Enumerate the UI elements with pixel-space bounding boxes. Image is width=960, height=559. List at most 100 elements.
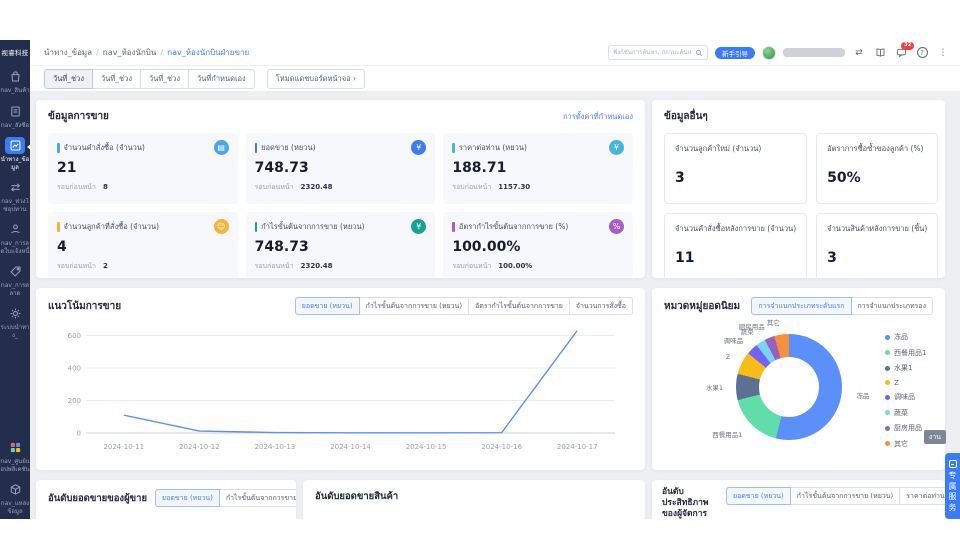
docs-icon[interactable] bbox=[873, 45, 887, 60]
stat-card-value: 188.71 bbox=[452, 160, 624, 176]
notification-badge: 32 bbox=[901, 42, 914, 50]
sidebar-item-label: nav_ศูนย์แอปพลิเคชัน bbox=[0, 458, 30, 473]
date-range-tab-3[interactable]: วันที่กำหนดเอง bbox=[188, 69, 255, 89]
manager-ranking-tab-2[interactable]: ราคาต่อท่าน (หยวน) bbox=[899, 487, 945, 505]
sidebar-item-5[interactable]: nav_การตลาด bbox=[0, 259, 30, 301]
sidebar-item-7[interactable]: nav_ศูนย์แอปพลิเคชัน bbox=[0, 435, 30, 477]
help-icon[interactable]: ? bbox=[915, 45, 929, 60]
manager-ranking-title: อันดับประสิทธิภาพของผู้จัดการขาย bbox=[662, 487, 718, 519]
date-range-tab-0[interactable]: วันที่_ช่วง bbox=[44, 69, 93, 89]
global-search[interactable] bbox=[608, 45, 708, 60]
previous-period-value: 2320.48 bbox=[301, 262, 333, 270]
trend-metric-tab-2[interactable]: อัตรากำไรขั้นต้นจากการขาย bbox=[468, 297, 570, 315]
sidebar-item-2[interactable]: นำทาง_ข้อมูล bbox=[0, 133, 30, 175]
slice-label-3: Z bbox=[726, 353, 730, 361]
bag-icon bbox=[5, 68, 25, 85]
sales-stat-cards: จำนวนคำสั่งซื้อ (จำนวน)▤21รอบก่อนหน้า8ยอ… bbox=[48, 133, 633, 278]
stat-card-1: ยอดขาย (หยวน)¥748.73รอบก่อนหน้า2320.48 bbox=[246, 133, 436, 204]
messages-icon[interactable]: 32 bbox=[894, 45, 908, 60]
legend-item-1[interactable]: 西餐用品1 bbox=[885, 348, 926, 358]
seller-ranking-title: อันดับยอดขายของผู้ขาย bbox=[48, 491, 147, 506]
manager-ranking-tab-0[interactable]: ยอดขาย (หยวน) bbox=[726, 487, 791, 505]
other-data-panel: ข้อมูลอื่นๆ จำนวนลูกค้าใหม่ (จำนวน)3อัตร… bbox=[652, 100, 945, 278]
sidebar-item-4[interactable]: nav_การลดใบแจ้งหนี้ bbox=[0, 217, 30, 259]
breadcrumb: นำทาง_ข้อมูล/nav_ห้องนักบิน/nav_ห้องนักบ… bbox=[44, 46, 249, 59]
stat-card-label: อัตรากำไรขั้นต้นจากการขาย (%) bbox=[459, 221, 605, 233]
svg-text:2024-10-16: 2024-10-16 bbox=[481, 443, 522, 451]
other-card-label: จำนวนสินค้าหลังการขาย (ชิ้น) bbox=[827, 223, 927, 235]
service-tab-char: 属 bbox=[949, 482, 957, 492]
stat-card-previous: รอบก่อนหน้า100.00% bbox=[452, 261, 624, 272]
stat-card-accent bbox=[57, 222, 60, 232]
legend-item-5[interactable]: 蔬菜 bbox=[885, 408, 926, 418]
sidebar-item-label: nav_การลดใบแจ้งหนี้ bbox=[0, 240, 30, 255]
legend-item-4[interactable]: 调味品 bbox=[885, 392, 926, 402]
category-level-tab-0[interactable]: การจำแนกประเภทระดับแรก bbox=[751, 297, 851, 315]
sidebar-item-3[interactable]: nav_ห่วงโซ่อุปทาน bbox=[0, 175, 30, 217]
seller-ranking-tab-0[interactable]: ยอดขาย (หยวน) bbox=[155, 489, 220, 507]
legend-item-0[interactable]: 冻品 bbox=[885, 332, 926, 342]
legend-dot bbox=[885, 410, 890, 415]
legend-item-7[interactable]: 其它 bbox=[885, 439, 926, 449]
other-card-value: 3 bbox=[675, 170, 796, 186]
trend-metric-tab-3[interactable]: จำนวนการสั่งซื้อ bbox=[569, 297, 633, 315]
manager-ranking-panel: อันดับประสิทธิภาพของผู้จัดการขาย ยอดขาย … bbox=[652, 480, 945, 519]
stat-card-accent bbox=[452, 143, 455, 153]
manager-ranking-tab-1[interactable]: กำไรขั้นต้นจากการขาย (หยวน) bbox=[790, 487, 901, 505]
service-tab-char: 服 bbox=[949, 492, 957, 502]
previous-period-label: รอบก่อนหน้า bbox=[255, 262, 294, 270]
legend-item-2[interactable]: 水果1 bbox=[885, 363, 926, 373]
date-range-tab-1[interactable]: วันที่_ช่วง bbox=[92, 69, 141, 89]
newbie-guide-button[interactable]: 新手引导 bbox=[715, 47, 755, 59]
other-card-value: 3 bbox=[827, 250, 927, 266]
breadcrumb-segment[interactable]: นำทาง_ข้อมูล bbox=[44, 46, 92, 59]
service-chat-icon bbox=[949, 460, 957, 468]
legend-item-6[interactable]: 厨房用品 bbox=[885, 423, 926, 433]
document-icon bbox=[5, 103, 25, 120]
service-tab-char: 专 bbox=[949, 471, 957, 481]
svg-text:2024-10-11: 2024-10-11 bbox=[103, 443, 144, 451]
other-card-0: จำนวนลูกค้าใหม่ (จำนวน)3 bbox=[664, 133, 807, 204]
previous-period-value: 2320.48 bbox=[301, 183, 333, 191]
task-float-button[interactable]: งาน bbox=[924, 430, 946, 444]
stat-card-label: ยอดขาย (หยวน) bbox=[261, 142, 407, 154]
stat-card-5: อัตรากำไรขั้นต้นจากการขาย (%)%100.00%รอบ… bbox=[443, 212, 633, 278]
sidebar-item-1[interactable]: nav_สั่งซื้อ bbox=[0, 99, 30, 134]
customer-service-tab[interactable]: 专属服务 bbox=[945, 453, 960, 519]
other-card-2: จำนวนคำสั่งซื้อหลังการขาย (จำนวน)11 bbox=[664, 213, 807, 278]
other-card-3: จำนวนสินค้าหลังการขาย (ชิ้น) 3 bbox=[816, 213, 938, 278]
more-menu-icon[interactable]: ⋮ bbox=[936, 45, 950, 60]
svg-text:2024-10-12: 2024-10-12 bbox=[179, 443, 220, 451]
legend-item-3[interactable]: Z bbox=[885, 379, 926, 387]
sidebar-item-label: นำทาง_ข้อมูล bbox=[0, 156, 30, 171]
search-input[interactable] bbox=[613, 49, 692, 56]
stat-card-header: จำนวนคำสั่งซื้อ (จำนวน)▤ bbox=[57, 140, 229, 155]
svg-text:200: 200 bbox=[68, 397, 81, 405]
sidebar-item-6[interactable]: ระบบนำทาง_ bbox=[0, 301, 30, 343]
category-level-tab-1[interactable]: การจำแนกประเภทรอง bbox=[851, 297, 933, 315]
seller-ranking-tab-1[interactable]: กำไรขั้นต้นจากการขาย (หยวน) bbox=[219, 489, 296, 507]
question-mark-icon: ? bbox=[917, 47, 928, 58]
stat-card-value: 748.73 bbox=[255, 160, 427, 176]
stat-card-header: ยอดขาย (หยวน)¥ bbox=[255, 140, 427, 155]
breadcrumb-separator: / bbox=[160, 48, 163, 57]
trend-metric-tab-0[interactable]: ยอดขาย (หยวน) bbox=[295, 297, 360, 315]
date-range-tab-2[interactable]: วันที่_ช่วง bbox=[140, 69, 189, 89]
trend-panel-title: แนวโน้มการขาย bbox=[48, 299, 121, 314]
trend-metric-tab-1[interactable]: กำไรขั้นต้นจากการขาย (หยวน) bbox=[359, 297, 470, 315]
sidebar-item-8[interactable]: nav_แหล่งข้อมูล bbox=[0, 477, 30, 519]
breadcrumb-segment[interactable]: nav_ห้องนักบิน bbox=[103, 46, 157, 59]
product-ranking-panel: อันดับยอดขายสินค้า bbox=[303, 480, 645, 519]
user-avatar[interactable] bbox=[762, 46, 776, 60]
stat-card-label: จำนวนคำสั่งซื้อ (จำนวน) bbox=[64, 142, 210, 154]
filterbar: วันที่_ช่วงวันที่_ช่วงวันที่_ช่วงวันที่ก… bbox=[30, 66, 960, 92]
price-per-person-icon: ¥ bbox=[609, 140, 624, 155]
breadcrumb-segment[interactable]: nav_ห้องนักบินฝ่ายขาย bbox=[167, 46, 249, 59]
dashboard-mode-button[interactable]: โหมดแดชบอร์ดหน้าจอ › bbox=[267, 69, 365, 89]
switch-account-icon[interactable]: ⇄ bbox=[852, 45, 866, 60]
svg-text:0: 0 bbox=[77, 430, 81, 438]
custom-settings-link[interactable]: การตั้งค่าที่กำหนดเอง bbox=[563, 111, 633, 123]
slice-label-1: 西餐用品1 bbox=[712, 429, 742, 439]
svg-text:600: 600 bbox=[68, 332, 81, 340]
sidebar-item-0[interactable]: nav_สินค้า bbox=[0, 64, 30, 99]
